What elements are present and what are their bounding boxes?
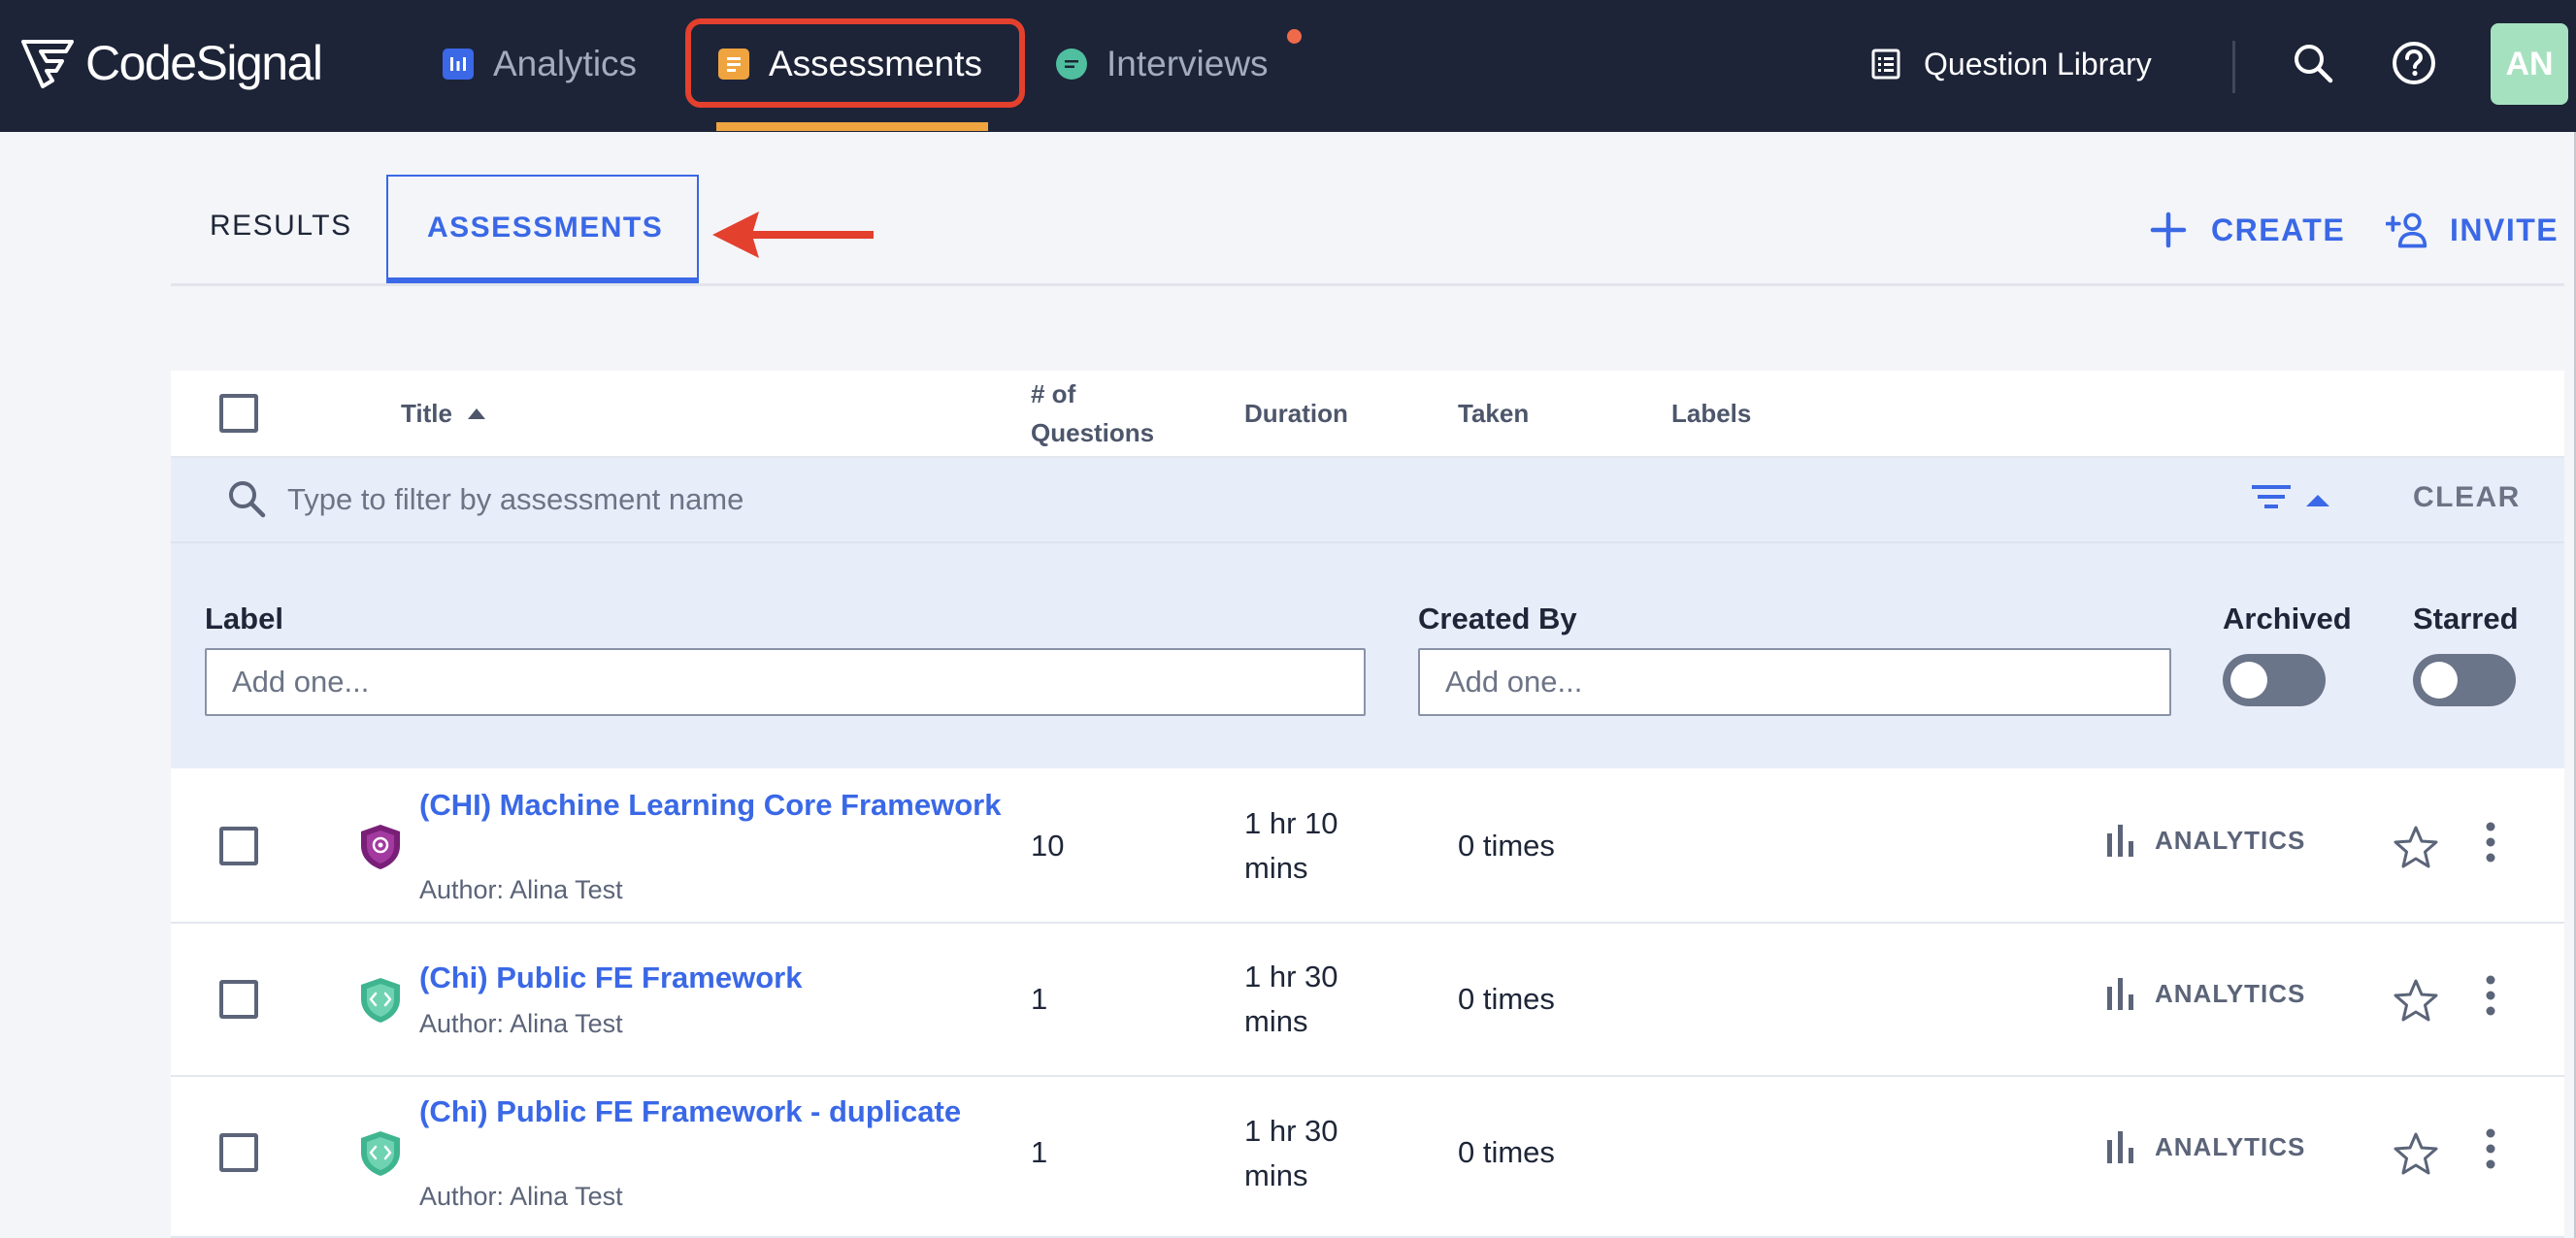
- label-filter-title: Label: [205, 602, 283, 635]
- assessment-author: Author: Alina Test: [419, 875, 623, 904]
- filter-search-icon: [229, 481, 266, 518]
- nav-interviews-label: Interviews: [1106, 44, 1269, 83]
- star-icon[interactable]: [2394, 978, 2438, 1023]
- ml-shield-icon: [361, 825, 400, 869]
- row-checkbox[interactable]: [219, 980, 258, 1019]
- assessment-author: Author: Alina Test: [419, 1009, 623, 1038]
- codesignal-logo-icon: [21, 40, 74, 88]
- duration: 1 hr 30 mins: [1244, 1114, 1338, 1192]
- starred-filter-title: Starred: [2413, 602, 2519, 635]
- clear-filters-button[interactable]: CLEAR: [2413, 481, 2521, 514]
- nav-interviews[interactable]: Interviews: [1056, 35, 1269, 93]
- header-title-label: Title: [401, 399, 452, 428]
- analytics-button[interactable]: ANALYTICS: [2106, 821, 2305, 860]
- analytics-label: ANALYTICS: [2155, 978, 2306, 1008]
- taken-count: 0 times: [1458, 829, 1555, 863]
- add-person-icon: [2386, 212, 2427, 248]
- create-label: CREATE: [2211, 212, 2346, 247]
- top-nav-bar: CodeSignal Analytics Assessments Intervi…: [0, 0, 2576, 132]
- tab-assessments-underline: [386, 277, 699, 283]
- question-count: 1: [1031, 1135, 1048, 1169]
- bar-chart-icon: [2107, 1131, 2133, 1163]
- assessment-title-link[interactable]: (Chi) Public FE Framework - duplicate: [419, 1091, 1002, 1132]
- question-library-icon: [1871, 49, 1900, 80]
- code-shield-icon: [361, 1131, 400, 1176]
- filter-options-toggle-icon[interactable]: [2250, 479, 2337, 518]
- invite-label: INVITE: [2450, 212, 2559, 247]
- created-by-filter-title: Created By: [1418, 602, 1577, 635]
- more-options-icon[interactable]: [2473, 973, 2508, 1018]
- annotation-arrow-icon: [712, 212, 874, 258]
- archived-filter-title: Archived: [2223, 602, 2352, 635]
- select-all-checkbox[interactable]: [219, 394, 258, 433]
- question-library-link[interactable]: Question Library: [1871, 35, 2152, 93]
- starred-toggle[interactable]: [2413, 654, 2516, 706]
- tab-assessments-label[interactable]: ASSESSMENTS: [427, 212, 663, 244]
- header-duration[interactable]: Duration: [1244, 394, 1348, 433]
- duration: 1 hr 30 mins: [1244, 960, 1338, 1038]
- assessments-highlight-box: [685, 18, 1025, 108]
- taken-count: 0 times: [1458, 982, 1555, 1016]
- header-questions-line2: Questions: [1031, 418, 1155, 447]
- assessment-name-filter-input[interactable]: [287, 475, 1452, 524]
- header-questions-line1: # of: [1031, 379, 1076, 408]
- tab-results[interactable]: RESULTS: [210, 210, 352, 243]
- row-checkbox[interactable]: [219, 1133, 258, 1172]
- taken-count: 0 times: [1458, 1135, 1555, 1169]
- global-search-button[interactable]: [2287, 37, 2339, 89]
- invite-button[interactable]: INVITE: [2386, 206, 2559, 254]
- label-filter-input[interactable]: [205, 648, 1366, 716]
- star-icon[interactable]: [2394, 1131, 2438, 1176]
- interviews-nav-icon: [1056, 49, 1087, 80]
- help-icon: [2393, 42, 2435, 84]
- assessment-author: Author: Alina Test: [419, 1182, 623, 1211]
- code-shield-icon: [361, 978, 400, 1023]
- archived-toggle[interactable]: [2223, 654, 2326, 706]
- analytics-button[interactable]: ANALYTICS: [2106, 1127, 2305, 1166]
- created-by-filter-input[interactable]: [1418, 648, 2171, 716]
- sort-ascending-icon: [467, 408, 485, 419]
- user-avatar[interactable]: AN: [2491, 23, 2568, 105]
- header-labels: Labels: [1671, 399, 1752, 428]
- nav-divider: [2232, 41, 2235, 93]
- active-nav-underline: [716, 122, 988, 131]
- bar-chart-icon: [2107, 825, 2133, 857]
- toggle-knob: [2421, 662, 2458, 699]
- create-button[interactable]: CREATE: [2147, 206, 2345, 254]
- table-header: [171, 371, 2564, 458]
- header-taken[interactable]: Taken: [1458, 394, 1529, 433]
- notification-dot: [1287, 29, 1302, 44]
- analytics-label: ANALYTICS: [2155, 825, 2306, 855]
- more-options-icon[interactable]: [2473, 1126, 2508, 1171]
- analytics-nav-icon: [443, 49, 474, 80]
- header-questions[interactable]: # of Questions: [1031, 375, 1154, 452]
- assessment-title-link[interactable]: (Chi) Public FE Framework: [419, 957, 1002, 998]
- question-count: 1: [1031, 982, 1048, 1016]
- assessment-title-link[interactable]: (CHI) Machine Learning Core Framework: [419, 784, 1002, 826]
- question-count: 10: [1031, 829, 1065, 863]
- nav-analytics-label: Analytics: [493, 44, 638, 83]
- bar-chart-icon: [2107, 978, 2133, 1010]
- plus-icon: [2150, 212, 2187, 248]
- more-options-icon[interactable]: [2473, 820, 2508, 864]
- duration: 1 hr 10 mins: [1244, 806, 1338, 885]
- logo-wordmark: CodeSignal: [85, 36, 323, 90]
- help-button[interactable]: [2388, 37, 2440, 89]
- analytics-label: ANALYTICS: [2155, 1131, 2306, 1161]
- row-checkbox[interactable]: [219, 827, 258, 865]
- question-library-label: Question Library: [1924, 46, 2152, 81]
- search-icon: [2295, 45, 2333, 83]
- star-icon[interactable]: [2394, 825, 2438, 869]
- codesignal-logo[interactable]: CodeSignal: [19, 33, 323, 93]
- nav-analytics[interactable]: Analytics: [443, 35, 637, 93]
- tabs-divider: [171, 283, 2564, 286]
- analytics-button[interactable]: ANALYTICS: [2106, 974, 2305, 1013]
- toggle-knob: [2230, 662, 2267, 699]
- header-title[interactable]: Title: [401, 394, 485, 433]
